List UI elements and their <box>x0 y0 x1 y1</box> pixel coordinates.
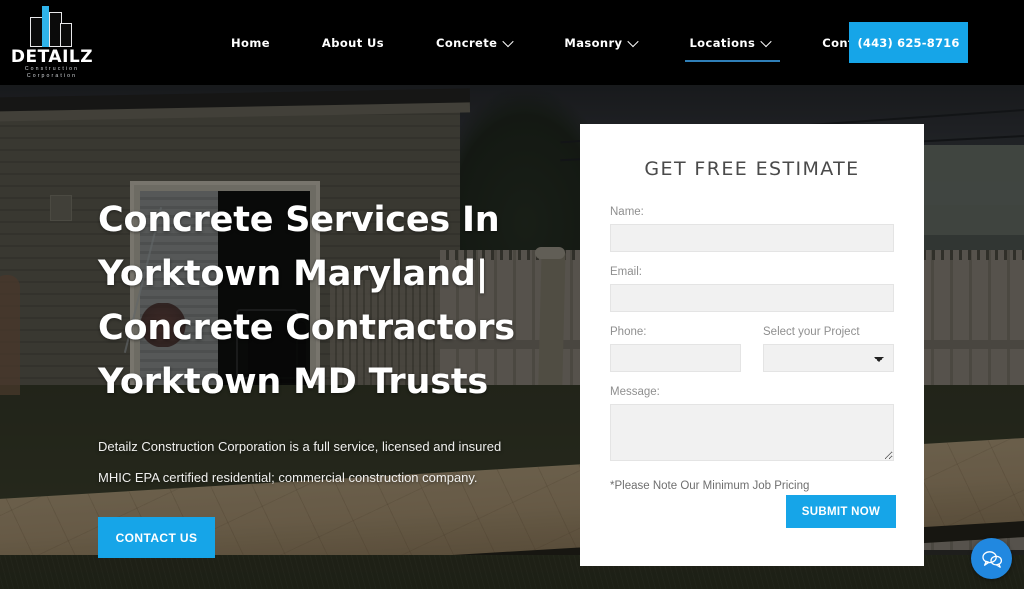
phone-label: Phone: <box>610 326 647 338</box>
nav-item-home[interactable]: Home <box>205 30 296 56</box>
submit-now-button[interactable]: SUBMIT NOW <box>786 495 896 528</box>
logo-tagline-line1: Construction <box>24 66 80 72</box>
message-label: Message: <box>610 386 660 398</box>
nav-label-home: Home <box>231 35 270 50</box>
site-logo[interactable]: DETAILZ Construction Corporation <box>11 6 93 80</box>
estimate-form-panel: GET FREE ESTIMATE Name: Email: Phone: Se… <box>580 124 924 566</box>
main-navigation: Home About Us Concrete Masonry Locations… <box>205 0 923 85</box>
nav-label-concrete: Concrete <box>436 35 498 50</box>
form-title: GET FREE ESTIMATE <box>644 158 860 180</box>
name-input[interactable] <box>610 224 894 252</box>
email-label: Email: <box>610 266 642 278</box>
minimum-pricing-note: *Please Note Our Minimum Job Pricing <box>610 480 810 492</box>
phone-call-button[interactable]: (443) 625-8716 <box>849 22 968 63</box>
page-root: DETAILZ Construction Corporation Home Ab… <box>0 0 1024 589</box>
chat-bubbles-icon <box>981 550 1002 568</box>
field-group-message: Message: <box>610 386 894 466</box>
building-skyline-icon <box>20 6 84 47</box>
nav-item-about-us[interactable]: About Us <box>296 30 410 56</box>
logo-tagline-line2: Corporation <box>26 73 78 79</box>
name-label: Name: <box>610 206 644 218</box>
chevron-down-icon <box>502 35 515 47</box>
nav-label-locations: Locations <box>689 35 756 50</box>
project-select[interactable] <box>763 344 894 372</box>
message-textarea[interactable] <box>610 404 894 461</box>
email-input[interactable] <box>610 284 894 312</box>
nav-label-about-us: About Us <box>321 35 385 50</box>
field-group-name: Name: <box>610 206 894 252</box>
field-group-email: Email: <box>610 266 894 312</box>
nav-item-masonry[interactable]: Masonry <box>538 30 663 56</box>
phone-input[interactable] <box>610 344 741 372</box>
contact-us-button[interactable]: CONTACT US <box>98 517 215 558</box>
hero-copy: Concrete Services In Yorktown Maryland| … <box>98 193 568 558</box>
nav-item-locations[interactable]: Locations <box>663 30 796 62</box>
logo-wordmark: DETAILZ <box>10 47 94 67</box>
nav-item-concrete[interactable]: Concrete <box>410 30 538 56</box>
chevron-down-icon <box>760 35 772 47</box>
nav-label-masonry: Masonry <box>564 35 623 50</box>
page-title: Concrete Services In Yorktown Maryland| … <box>98 200 515 402</box>
chevron-down-icon <box>627 35 640 47</box>
chat-widget-button[interactable] <box>971 538 1012 579</box>
site-header: DETAILZ Construction Corporation Home Ab… <box>0 0 1024 85</box>
field-group-phone: Phone: <box>610 326 741 372</box>
field-group-phone-project: Phone: Select your Project <box>610 326 894 372</box>
project-label: Select your Project <box>763 326 860 338</box>
field-group-project: Select your Project <box>763 326 894 372</box>
hero-subtext: Detailz Construction Corporation is a fu… <box>98 439 502 485</box>
